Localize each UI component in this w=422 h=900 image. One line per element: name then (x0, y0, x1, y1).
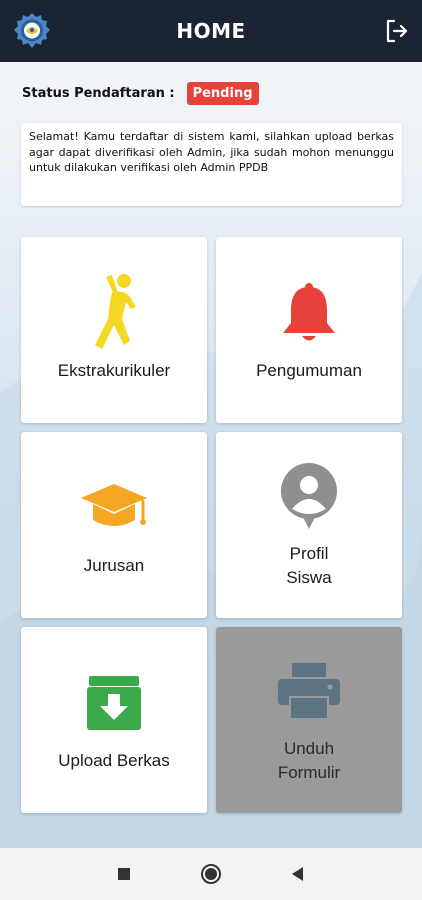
menu-label: Pengumuman (256, 361, 362, 380)
square-icon[interactable] (112, 862, 136, 886)
bell-icon (273, 277, 345, 349)
printer-icon (273, 655, 345, 727)
menu-label: Jurusan (83, 556, 145, 575)
app-bar: HOME (0, 0, 422, 62)
graduation-cap-icon (78, 472, 150, 544)
registration-status: Status Pendaftaran : Pending (22, 82, 259, 105)
status-badge: Pending (186, 82, 259, 105)
back-triangle-icon[interactable] (286, 862, 310, 886)
menu-label: Unduh Formulir (278, 737, 340, 785)
menu-label: Upload Berkas (58, 751, 170, 770)
menu-profil-siswa[interactable]: Profil Siswa (216, 432, 402, 618)
menu-pengumuman[interactable]: Pengumuman (216, 237, 402, 423)
system-navigation-bar (0, 848, 422, 900)
menu-label: Ekstrakurikuler (57, 361, 171, 380)
notice-message: Selamat! Kamu terdaftar di sistem kami, … (21, 123, 402, 206)
school-emblem-icon (12, 11, 52, 51)
menu-label-line1: Profil (289, 544, 329, 563)
menu-label-line1: Unduh (283, 739, 335, 758)
menu-label-line2: Siswa (286, 568, 332, 587)
status-label: Status Pendaftaran : (22, 86, 175, 101)
menu-label: Profil Siswa (286, 542, 331, 590)
menu-ekstrakurikuler[interactable]: Ekstrakurikuler (21, 237, 207, 423)
menu-jurusan[interactable]: Jurusan (21, 432, 207, 618)
home-content: Status Pendaftaran : Pending Selamat! Ka… (0, 62, 422, 848)
menu-unduh-formulir[interactable]: Unduh Formulir (216, 627, 402, 813)
archive-download-icon (78, 667, 150, 739)
user-profile-icon (273, 460, 345, 532)
menu-upload-berkas[interactable]: Upload Berkas (21, 627, 207, 813)
circle-home-icon[interactable] (199, 862, 223, 886)
menu-label-line2: Formulir (277, 763, 341, 782)
logout-icon[interactable] (384, 18, 410, 44)
page-title: HOME (176, 19, 246, 43)
sport-figure-icon (78, 274, 150, 349)
